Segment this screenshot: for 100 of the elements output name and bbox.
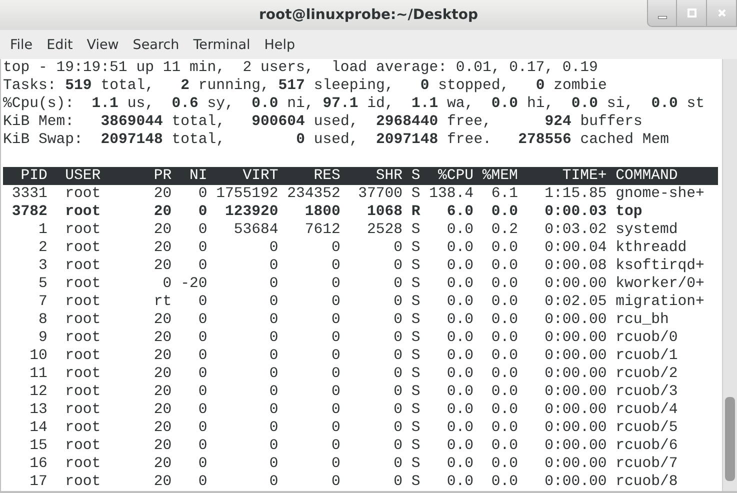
table-cell-text: 0:02.05 — [544, 293, 607, 311]
table-cell-text: root — [65, 329, 102, 347]
table-cell-text: 0.0 — [490, 419, 518, 437]
table-cell-text: 20 — [152, 239, 172, 257]
table-cell-text: 20 — [152, 329, 172, 347]
table-cell-text: 7612 — [304, 221, 340, 239]
table-cell-text: 3331 — [10, 185, 48, 203]
table-cell-text: rcuob/3 — [616, 383, 679, 401]
table-cell-text: 0 — [392, 383, 403, 401]
table-cell-text: 9 — [38, 329, 48, 347]
table-cell-text: 0.0 — [446, 275, 474, 293]
table-cell-text: root — [65, 383, 102, 401]
table-cell-text: S — [410, 401, 420, 419]
table-cell-text: 0 — [330, 401, 340, 419]
table-cell-text: 13 — [28, 401, 48, 419]
table-cell-text: 20 — [152, 347, 172, 365]
table-cell-text: root — [65, 293, 102, 311]
minimize-button[interactable] — [647, 0, 677, 27]
table-cell-text: rcuob/2 — [616, 365, 679, 383]
table-cell-text: 0.0 — [446, 437, 474, 455]
table-cell-text: 0.0 — [490, 365, 518, 383]
table-cell-text: root — [65, 365, 102, 383]
menu-item[interactable]: Edit — [40, 34, 80, 54]
scrollbar-thumb[interactable] — [725, 397, 735, 481]
close-icon — [716, 8, 726, 18]
table-cell-text: R — [410, 203, 420, 221]
table-cell-text: 0.0 — [490, 257, 518, 275]
table-cell-text: 0 — [197, 293, 208, 311]
table-cell-text: 0 — [268, 455, 278, 473]
table-cell-text: S — [410, 239, 420, 257]
table-cell-text: S — [410, 347, 420, 365]
summary-line: top - 19:19:51 up 11 min, 2 users, load average: 0.01, 0.17, 0.19 — [3, 59, 599, 77]
table-cell-text: S — [410, 257, 420, 275]
table-cell-text: 0 — [268, 293, 278, 311]
table-cell-text: 0 — [268, 365, 278, 383]
table-cell-text: 20 — [152, 257, 172, 275]
table-cell-text: 0 — [268, 329, 278, 347]
table-cell-text: 0 — [392, 365, 403, 383]
table-cell-text: 0:00.00 — [544, 383, 607, 401]
table-cell-text: 20 — [152, 383, 172, 401]
table-cell-text: 0 — [392, 329, 403, 347]
table-cell-text: 3 — [38, 257, 48, 275]
table-cell-text: S — [410, 329, 420, 347]
menu-item[interactable]: Help — [257, 34, 302, 54]
menu-item[interactable]: File — [3, 34, 40, 54]
table-cell-text: 0 — [392, 401, 403, 419]
table-cell-text: root — [65, 401, 102, 419]
table-cell-text: 20 — [152, 311, 172, 329]
table-cell-text: S — [410, 437, 420, 455]
close-button[interactable] — [707, 0, 737, 27]
table-cell-text: S — [410, 455, 420, 473]
table-cell-text: 0.0 — [490, 311, 518, 329]
table-cell-text: 0 — [392, 455, 403, 473]
table-cell-text: 0:03.02 — [544, 221, 607, 239]
column-header: USER — [65, 167, 102, 185]
table-cell-text: rcuob/4 — [616, 401, 679, 419]
table-cell-text: 0:00.00 — [544, 365, 607, 383]
maximize-button[interactable] — [677, 0, 707, 27]
table-cell-text: 20 — [152, 401, 172, 419]
table-cell-text: 0.0 — [490, 455, 518, 473]
table-cell-text: rcuob/6 — [616, 437, 679, 455]
table-cell-text: 0.0 — [446, 455, 474, 473]
maximize-icon — [686, 8, 696, 18]
menu-item[interactable]: View — [80, 34, 126, 54]
table-cell-text: 1 — [38, 221, 48, 239]
table-cell-text: 0.0 — [446, 293, 474, 311]
table-cell-text: 0 — [330, 311, 340, 329]
table-cell-text: 0 — [392, 347, 403, 365]
column-header: VIRT — [242, 167, 278, 185]
table-cell-text: S — [410, 275, 420, 293]
table-cell: migration+ — [616, 293, 704, 311]
table-cell-text: 0 — [197, 257, 208, 275]
table-cell-text: 53684 — [232, 221, 278, 239]
table-cell-text: 2 — [38, 239, 48, 257]
table-cell-text: 0.0 — [446, 329, 474, 347]
table-cell-text: 0 — [330, 473, 340, 491]
table-cell-text: 0:00.08 — [544, 257, 607, 275]
table-cell-text: 6.0 — [446, 203, 474, 221]
table-cell-text: 6.1 — [490, 185, 518, 203]
table-cell-text: 0:00.00 — [544, 437, 607, 455]
table-cell-text: 0 — [197, 185, 208, 203]
table-cell-text: 20 — [152, 437, 172, 455]
menu-item[interactable]: Search — [126, 34, 186, 54]
table-cell-text: rt — [152, 293, 172, 311]
table-cell-text: 0 — [330, 329, 340, 347]
table-cell-text: root — [65, 257, 102, 275]
table-cell-text: 0 — [330, 347, 340, 365]
table-cell: kworker/0+ — [616, 275, 704, 293]
table-cell-text: 2528 — [366, 221, 403, 239]
table-cell-text: 0:00.00 — [544, 329, 607, 347]
summary-line: Tasks: 519 total, 2 running, 517 sleeping, 0 stopped, 0 zombie — [3, 77, 608, 95]
column-header: RES — [312, 167, 340, 185]
table-cell-text: rcuob/5 — [616, 419, 679, 437]
minimize-icon — [658, 16, 666, 18]
table-cell-text: root — [65, 221, 102, 239]
table-cell-text: 17 — [28, 473, 48, 491]
table-cell-text: 20 — [152, 365, 172, 383]
table-cell-text: 0 — [268, 419, 278, 437]
table-cell-text: 14 — [28, 419, 48, 437]
menu-item[interactable]: Terminal — [186, 34, 258, 54]
